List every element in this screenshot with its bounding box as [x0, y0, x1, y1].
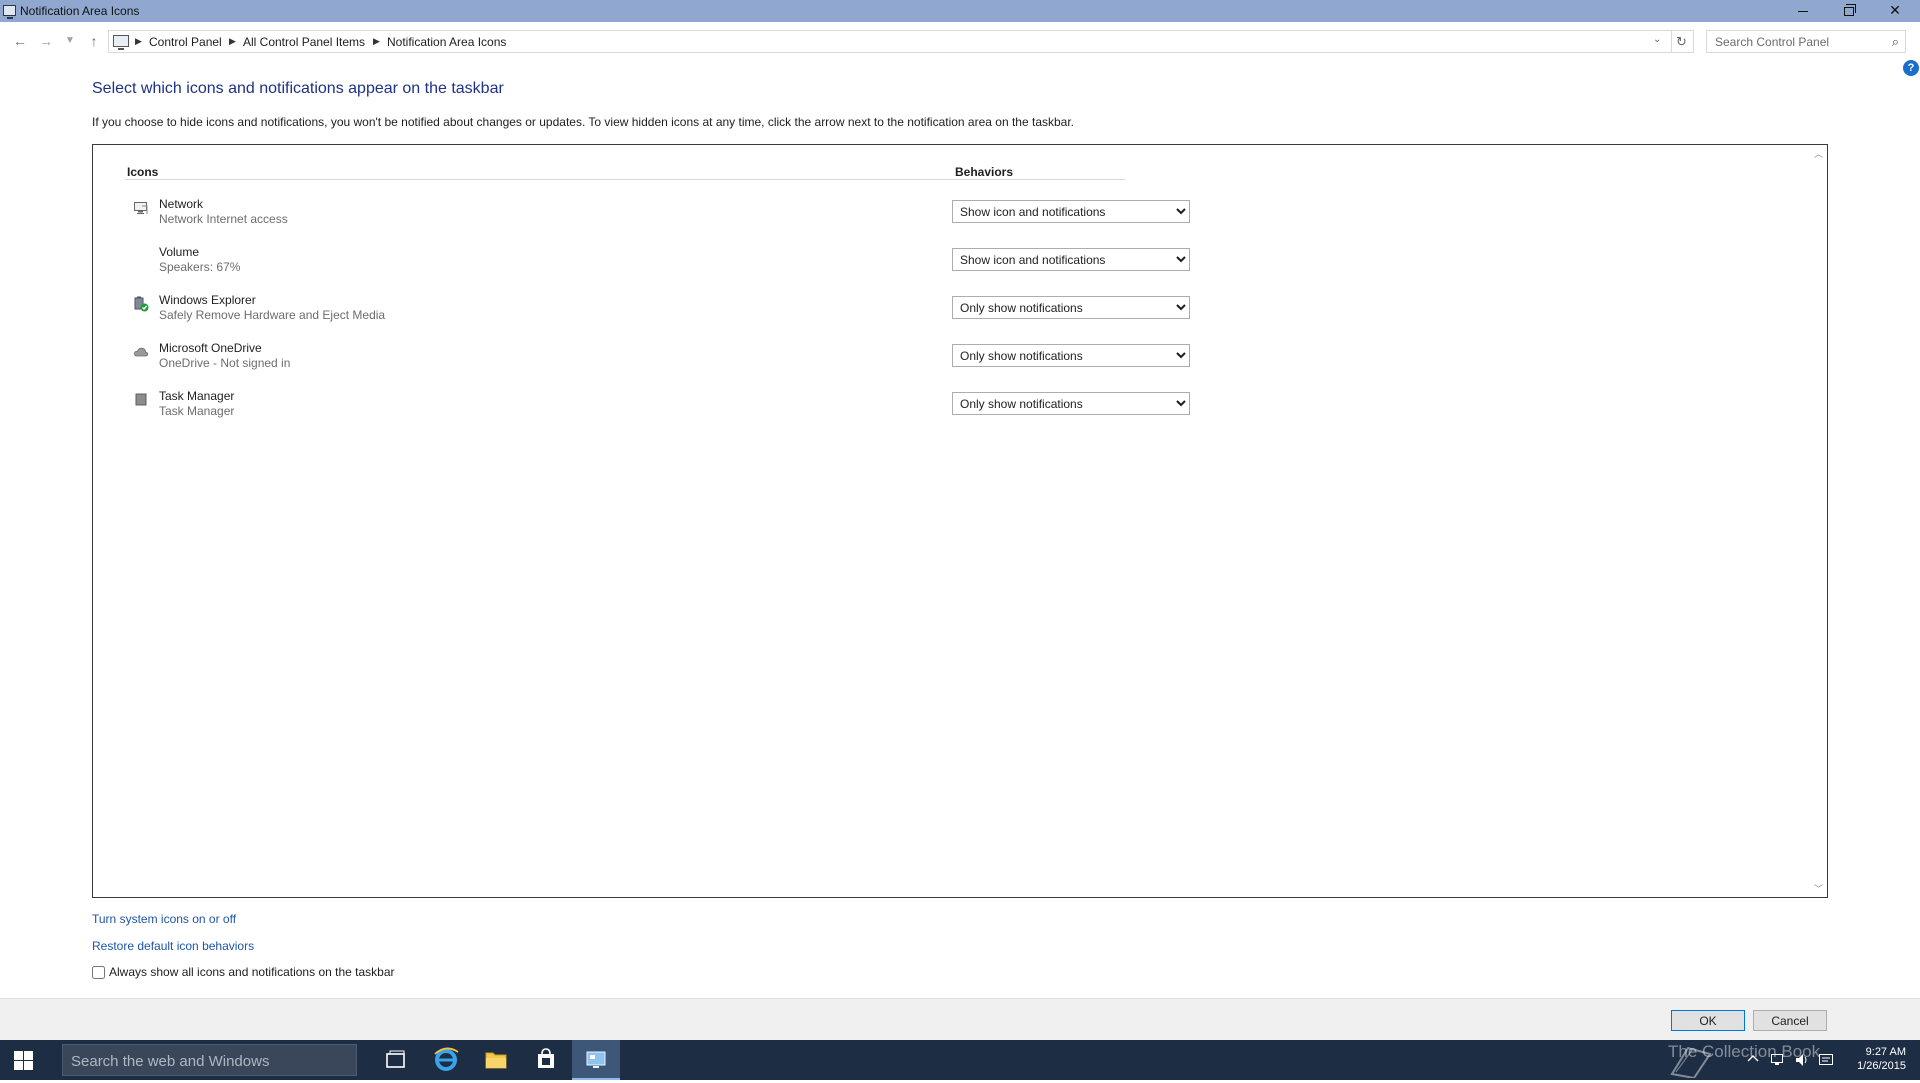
- volume-icon: [133, 248, 149, 264]
- control-panel-icon: [586, 1051, 606, 1068]
- breadcrumb-current[interactable]: Notification Area Icons: [387, 35, 506, 49]
- page-title: Select which icons and notifications app…: [92, 80, 504, 97]
- search-input[interactable]: [1707, 31, 1883, 52]
- item-description: Network Internet access: [159, 212, 288, 226]
- list-item: Microsoft OneDrive OneDrive - Not signed…: [93, 341, 1493, 381]
- behavior-select[interactable]: Show icon and notificationsHide icon and…: [952, 392, 1190, 415]
- back-arrow-icon: ←: [13, 33, 27, 49]
- list-item: Volume Speakers: 67% Show icon and notif…: [93, 245, 1493, 285]
- item-description: Task Manager: [159, 404, 235, 418]
- icons-list: Icons Behaviors Network Network Internet…: [92, 144, 1828, 898]
- item-description: OneDrive - Not signed in: [159, 356, 291, 370]
- search-box[interactable]: ⌕: [1706, 30, 1906, 53]
- refresh-icon: ↻: [1676, 34, 1687, 49]
- breadcrumb-all-items[interactable]: All Control Panel Items: [243, 35, 365, 49]
- network-icon: [134, 202, 148, 214]
- onedrive-cloud-icon: [134, 347, 149, 357]
- taskbar-search-text[interactable]: Search the web and Windows: [71, 1053, 269, 1070]
- watermark-text: The Collection Book: [1668, 1042, 1821, 1061]
- up-button[interactable]: ↑: [84, 31, 104, 51]
- behavior-select[interactable]: Show icon and notificationsHide icon and…: [952, 248, 1190, 271]
- list-item: Task Manager Task Manager Show icon and …: [93, 389, 1493, 429]
- window-title: Notification Area Icons: [20, 4, 140, 18]
- item-name: Volume: [159, 245, 200, 259]
- list-item: Network Network Internet access Show ico…: [93, 197, 1493, 237]
- store-bag-icon: [538, 1048, 554, 1068]
- restore-icon: [1844, 3, 1856, 16]
- safely-remove-hardware-icon: [134, 296, 149, 312]
- column-header-icons: Icons: [127, 165, 159, 179]
- forward-button[interactable]: →: [36, 31, 56, 51]
- ok-button[interactable]: OK: [1671, 1010, 1745, 1031]
- clock-time: 9:27 AM: [1865, 1046, 1906, 1058]
- always-show-checkbox[interactable]: [92, 966, 105, 979]
- close-icon: ✕: [1889, 2, 1901, 18]
- breadcrumb-separator-icon[interactable]: ▶: [135, 36, 142, 47]
- address-dropdown-icon[interactable]: ⌄: [1653, 34, 1661, 45]
- behavior-select[interactable]: Show icon and notificationsHide icon and…: [952, 200, 1190, 223]
- start-button[interactable]: [0, 1040, 50, 1080]
- back-button[interactable]: ←: [10, 31, 30, 51]
- help-icon[interactable]: ?: [1903, 60, 1919, 76]
- store-button[interactable]: [522, 1040, 570, 1080]
- task-view-button[interactable]: [372, 1040, 420, 1080]
- taskbar-search-box[interactable]: Search the web and Windows: [62, 1044, 357, 1076]
- item-description: Speakers: 67%: [159, 260, 241, 274]
- dialog-footer: OK Cancel: [0, 998, 1920, 1040]
- item-name: Network: [159, 197, 204, 211]
- behavior-select[interactable]: Show icon and notificationsHide icon and…: [952, 296, 1190, 319]
- column-header-behaviors: Behaviors: [955, 165, 1014, 179]
- behavior-select[interactable]: Show icon and notificationsHide icon and…: [952, 344, 1190, 367]
- computer-icon: [113, 35, 129, 50]
- item-name: Windows Explorer: [159, 293, 256, 307]
- turn-system-icons-link[interactable]: Turn system icons on or off: [92, 912, 236, 926]
- file-explorer-button[interactable]: [472, 1040, 520, 1080]
- action-center-icon[interactable]: [1818, 1052, 1834, 1068]
- item-description: Safely Remove Hardware and Eject Media: [159, 308, 386, 322]
- vertical-scrollbar[interactable]: ︿ ﹀: [1811, 145, 1827, 897]
- header-divider: [125, 179, 1125, 180]
- page-description: If you choose to hide icons and notifica…: [92, 115, 1075, 129]
- breadcrumb-separator-icon[interactable]: ▶: [229, 36, 236, 47]
- forward-arrow-icon: →: [39, 33, 53, 49]
- list-item: Windows Explorer Safely Remove Hardware …: [93, 293, 1493, 333]
- taskbar: Search the web and Windows: [0, 1040, 1920, 1080]
- cancel-button[interactable]: Cancel: [1753, 1010, 1827, 1031]
- up-arrow-icon: ↑: [90, 33, 98, 49]
- clock-date: 1/26/2015: [1857, 1060, 1906, 1072]
- minimize-icon: [1798, 10, 1808, 12]
- recent-locations-button[interactable]: ▼: [60, 31, 80, 51]
- control-panel-icon: [3, 5, 16, 19]
- control-panel-taskbar-button[interactable]: [572, 1040, 620, 1080]
- breadcrumb-control-panel[interactable]: Control Panel: [149, 35, 222, 49]
- always-show-label[interactable]: Always show all icons and notifications …: [109, 965, 395, 979]
- task-manager-icon: [135, 393, 147, 406]
- navigation-bar: ← → ▼ ↑ ▶ Control Panel ▶ All Control Pa…: [0, 22, 1920, 60]
- internet-explorer-button[interactable]: [422, 1040, 470, 1080]
- scroll-down-icon[interactable]: ﹀: [1814, 882, 1823, 895]
- restore-defaults-link[interactable]: Restore default icon behaviors: [92, 939, 254, 953]
- chevron-down-icon: ▼: [65, 35, 75, 46]
- refresh-button[interactable]: ↻: [1670, 30, 1694, 53]
- system-clock[interactable]: 9:27 AM 1/26/2015: [1836, 1045, 1906, 1073]
- search-icon[interactable]: ⌕: [1892, 34, 1899, 50]
- item-name: Microsoft OneDrive: [159, 341, 262, 355]
- item-name: Task Manager: [159, 389, 235, 403]
- windows-logo-icon: [14, 1051, 34, 1070]
- task-view-icon: [386, 1050, 405, 1068]
- title-bar: Notification Area Icons ✕: [0, 0, 1920, 22]
- breadcrumb-separator-icon[interactable]: ▶: [373, 36, 380, 47]
- address-bar[interactable]: ▶ Control Panel ▶ All Control Panel Item…: [108, 30, 1672, 53]
- restore-button[interactable]: [1826, 0, 1872, 22]
- close-button[interactable]: ✕: [1872, 0, 1918, 22]
- minimize-button[interactable]: [1780, 0, 1826, 22]
- internet-explorer-icon: [434, 1047, 459, 1071]
- scroll-up-icon[interactable]: ︿: [1814, 147, 1823, 160]
- folder-icon: [485, 1052, 507, 1069]
